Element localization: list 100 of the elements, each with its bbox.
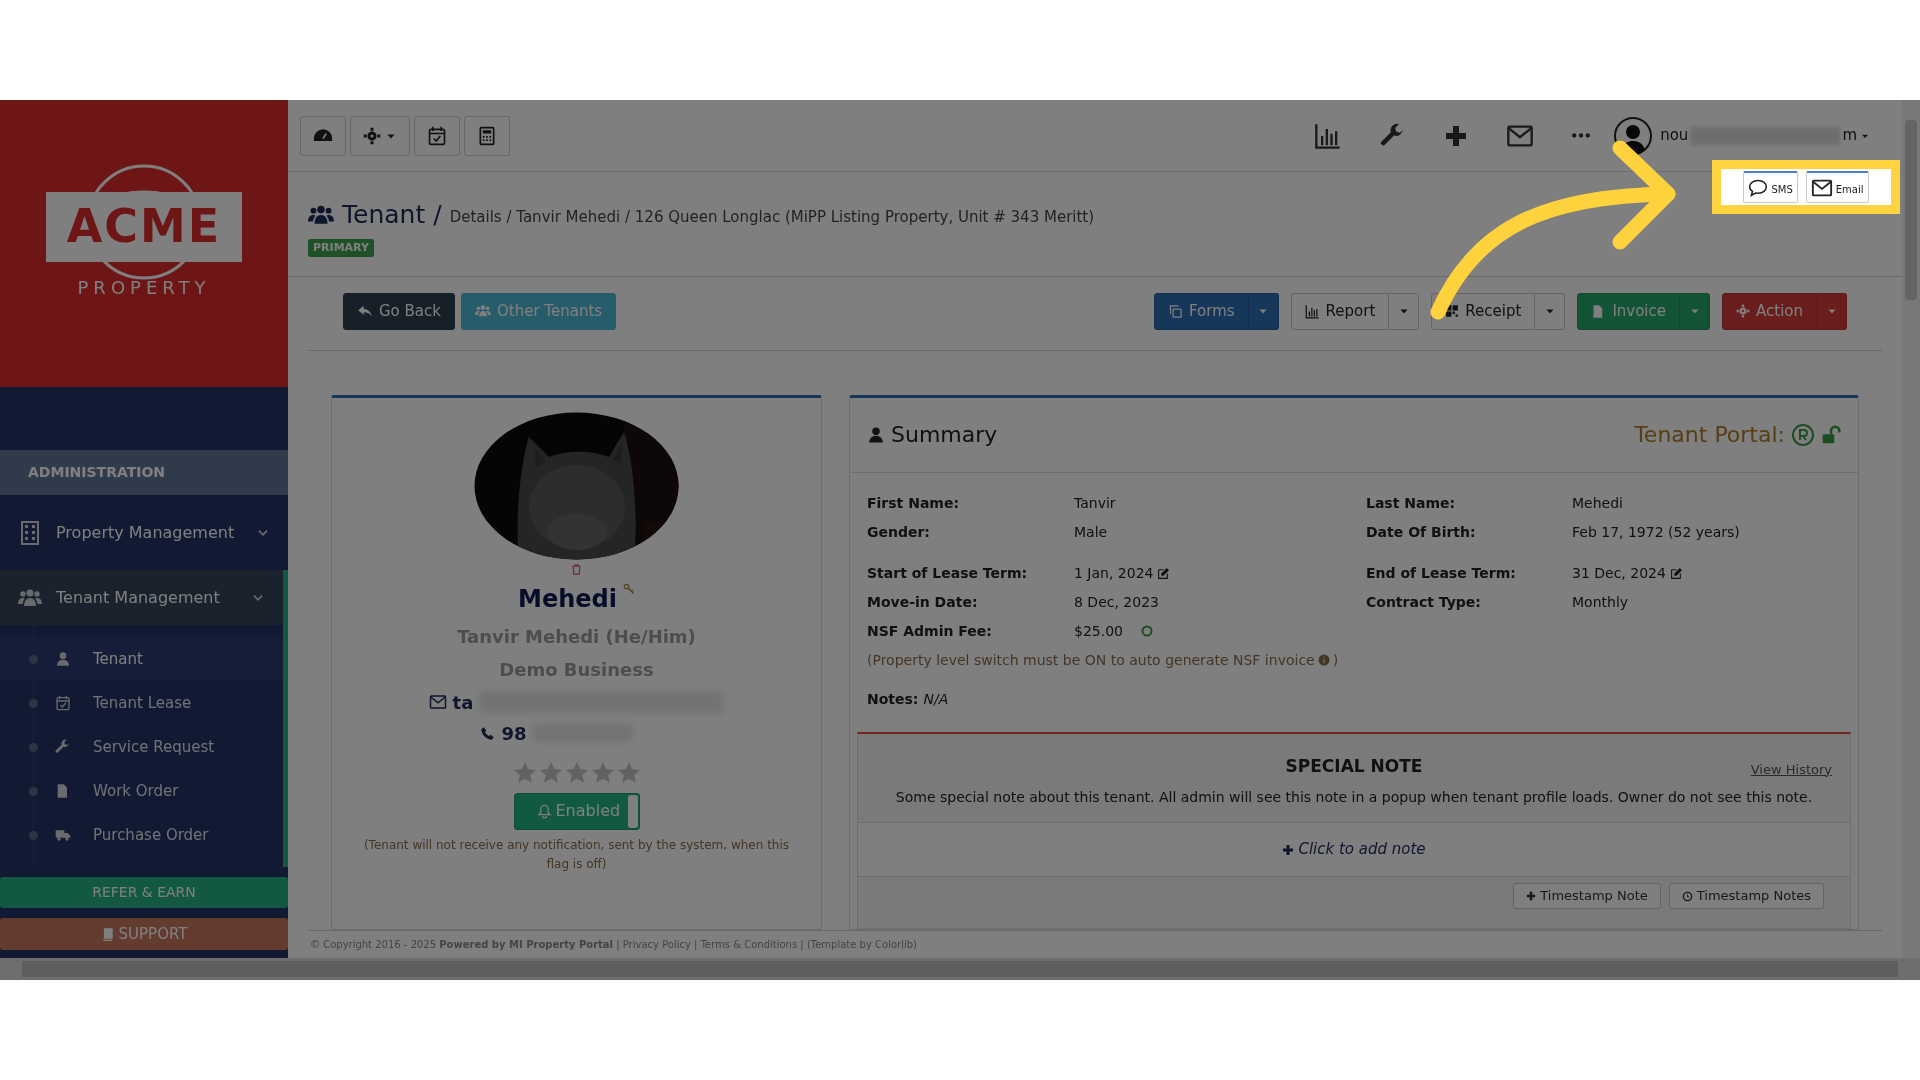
field-label: Start of Lease Term: bbox=[867, 563, 1029, 583]
plus-icon bbox=[1282, 843, 1295, 856]
more-button[interactable] bbox=[1572, 133, 1591, 138]
field-value: $25.00 bbox=[1074, 621, 1123, 641]
bullet-icon bbox=[29, 698, 38, 708]
dropdown-toggle[interactable] bbox=[1817, 292, 1847, 330]
primary-badge: PRIMARY bbox=[308, 238, 374, 257]
forms-button[interactable]: Forms bbox=[1154, 292, 1249, 330]
portal-label: Tenant Portal: bbox=[1634, 421, 1785, 449]
field-label: Last Name: bbox=[1366, 493, 1457, 513]
view-history-link[interactable]: View History bbox=[1750, 759, 1832, 779]
nsf-note: (Property level switch must be ON to auto generate NSF invoice bbox=[867, 650, 1315, 670]
page-title: Tenant bbox=[342, 199, 426, 231]
dropdown-toggle[interactable] bbox=[1248, 292, 1279, 330]
trash-icon bbox=[571, 563, 582, 575]
bar-chart-icon bbox=[1304, 303, 1320, 319]
status-circle-icon[interactable] bbox=[1141, 625, 1153, 637]
field-label: End of Lease Term: bbox=[1366, 563, 1517, 583]
star-icon bbox=[590, 760, 615, 785]
user-menu[interactable]: nou m bbox=[1660, 124, 1870, 147]
refer-button[interactable]: REFER & EARN bbox=[0, 877, 288, 908]
email-button[interactable]: Email bbox=[1805, 171, 1869, 203]
copy-icon bbox=[1168, 303, 1183, 319]
bullet-icon bbox=[29, 830, 38, 840]
bullet-icon bbox=[29, 742, 38, 752]
support-button[interactable]: SUPPORT bbox=[0, 918, 288, 950]
calendar-check-icon bbox=[55, 695, 71, 711]
dropdown-toggle[interactable] bbox=[1680, 292, 1710, 330]
sidebar-subitem[interactable]: Tenant bbox=[0, 637, 283, 681]
field-label: Date Of Birth: bbox=[1366, 522, 1477, 542]
sidebar-subitem[interactable]: Purchase Order bbox=[0, 813, 283, 857]
clock-icon bbox=[1681, 890, 1693, 902]
chart-button[interactable] bbox=[1314, 121, 1343, 150]
breadcrumb[interactable]: Details / Tanvir Mehedi / 126 Queen Longlac (MiPP Listing Property, Unit # 343 Meritt) bbox=[449, 205, 1095, 228]
calculator-icon bbox=[477, 125, 497, 146]
field-value: 8 Dec, 2023 bbox=[1074, 592, 1159, 612]
settings-icon bbox=[363, 126, 381, 145]
field-label: Move-in Date: bbox=[867, 592, 979, 612]
phone-icon bbox=[480, 725, 496, 741]
summary-title: Summary bbox=[891, 421, 998, 449]
bar-chart-icon bbox=[1314, 121, 1343, 150]
star-icon bbox=[616, 760, 641, 785]
avatar-icon[interactable] bbox=[1614, 116, 1653, 155]
footer-text: © Copyright 2016 - 2025 Powered by MI Property Portal | Privacy Policy | Terms & Conditions | (Template by Colorlib) bbox=[310, 938, 917, 952]
logo-wordmark: ACME bbox=[46, 191, 242, 262]
info-icon bbox=[1317, 654, 1330, 666]
qr-code-icon bbox=[1445, 304, 1460, 318]
more-icon bbox=[1572, 133, 1591, 138]
truck-icon bbox=[55, 827, 71, 843]
sidebar-item[interactable]: Property Management bbox=[0, 500, 288, 565]
field-value: Mehedi bbox=[1572, 493, 1623, 513]
email-link[interactable]: ta bbox=[452, 688, 474, 716]
bell-icon bbox=[536, 803, 552, 819]
field-value: Tanvir bbox=[1074, 493, 1116, 513]
report-button[interactable]: Report bbox=[1290, 292, 1390, 330]
field-value: Feb 17, 1972 (52 years) bbox=[1572, 522, 1740, 542]
key-icon bbox=[622, 582, 635, 595]
building-icon bbox=[18, 520, 42, 545]
field-label: Gender: bbox=[867, 522, 931, 542]
scrollbar[interactable] bbox=[1902, 100, 1920, 958]
logo-tagline: PROPERTY bbox=[77, 275, 211, 300]
field-value: 31 Dec, 2024 bbox=[1572, 563, 1666, 583]
unlock-icon bbox=[1821, 424, 1841, 445]
star-icon bbox=[564, 760, 589, 785]
field-value: Male bbox=[1074, 522, 1108, 542]
registered-icon bbox=[1791, 422, 1815, 447]
edit-icon bbox=[1157, 566, 1171, 580]
sidebar-subitem[interactable]: Work Order bbox=[0, 769, 283, 813]
sidebar-subitem[interactable]: Tenant Lease bbox=[0, 681, 283, 725]
sidebar-subitem[interactable]: Service Request bbox=[0, 725, 283, 769]
plus-icon bbox=[1526, 891, 1537, 901]
field-label: First Name: bbox=[867, 493, 960, 513]
action-button[interactable]: Action bbox=[1722, 292, 1817, 330]
calendar-button[interactable] bbox=[414, 115, 460, 156]
chat-icon bbox=[1748, 177, 1769, 198]
settings-button[interactable] bbox=[350, 115, 410, 156]
plus-icon bbox=[1444, 123, 1469, 148]
notes-value: N/A bbox=[923, 689, 949, 709]
timestamp-button[interactable]: Timestamp Note bbox=[1513, 883, 1661, 909]
bullet-icon bbox=[29, 654, 38, 664]
calculator-button[interactable] bbox=[464, 115, 510, 156]
phone-link[interactable]: 98 bbox=[501, 719, 527, 747]
section-header: ADMINISTRATION bbox=[0, 450, 288, 495]
star-icon bbox=[512, 760, 537, 785]
nsf-note-end: ) bbox=[1332, 650, 1339, 670]
invoice-button[interactable]: Invoice bbox=[1577, 292, 1680, 330]
sidebar-item[interactable]: Tenant Management bbox=[0, 570, 283, 625]
breadcrumb-separator: / bbox=[433, 199, 442, 231]
back-button[interactable]: Go Back bbox=[343, 292, 455, 330]
field-value: Monthly bbox=[1572, 592, 1629, 612]
field-value: 1 Jan, 2024 bbox=[1074, 563, 1154, 583]
add-note-button[interactable]: Click to add note bbox=[1282, 838, 1426, 861]
dashboard-button[interactable] bbox=[300, 115, 346, 156]
calendar-check-icon bbox=[427, 125, 447, 146]
bullet-icon bbox=[29, 786, 38, 796]
add-button[interactable] bbox=[1444, 123, 1469, 148]
scrollbar[interactable] bbox=[0, 958, 1920, 980]
sms-button[interactable]: SMS bbox=[1743, 171, 1798, 203]
timestamp-button[interactable]: Timestamp Notes bbox=[1668, 883, 1824, 909]
special-note-text: Some special note about this tenant. All admin will see this note in a popup when tenant profile loads. Owner do not see this note. bbox=[895, 788, 1813, 807]
